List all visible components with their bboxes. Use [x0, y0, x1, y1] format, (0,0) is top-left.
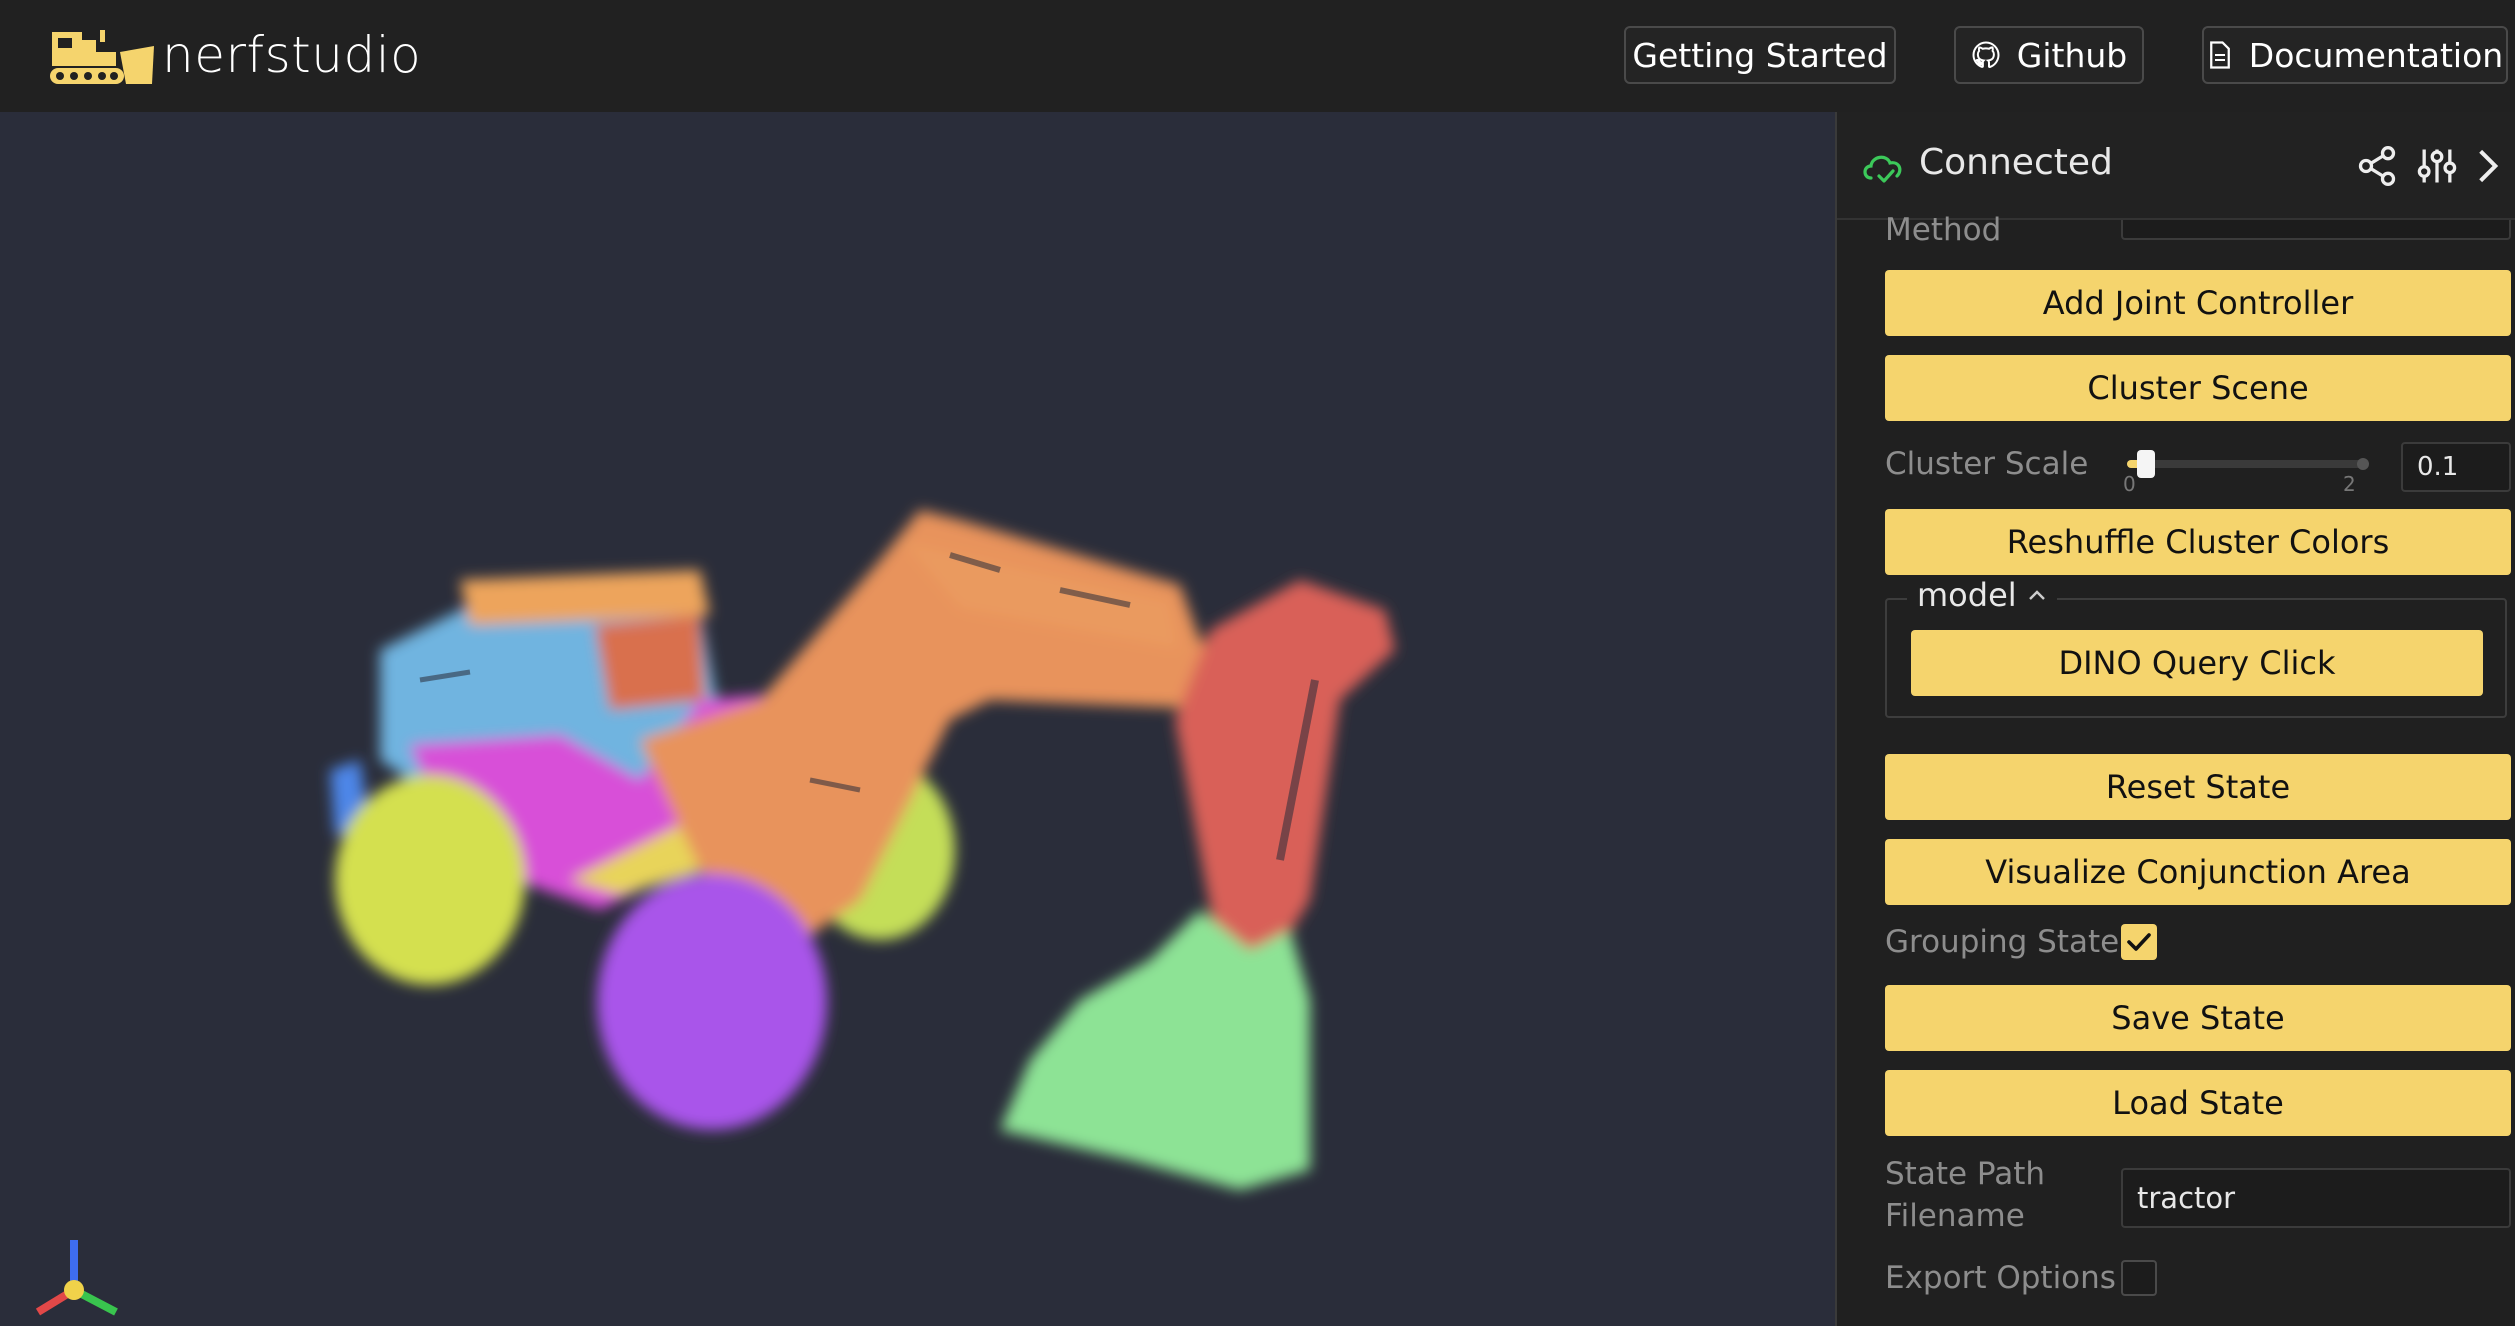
documentation-button[interactable]: Documentation	[2202, 26, 2508, 84]
chevron-up-icon	[2028, 590, 2045, 600]
cluster-scale-slider[interactable]: 0 2	[2121, 442, 2371, 496]
slider-thumb[interactable]	[2136, 450, 2155, 478]
connection-status: Connected	[1919, 142, 2113, 183]
document-icon	[2209, 41, 2230, 69]
cluster-scene-button[interactable]: Cluster Scene	[1885, 355, 2511, 421]
axis-gizmo-icon	[35, 1240, 118, 1316]
slider-max-label: 2	[2343, 472, 2356, 496]
cloud-check-icon	[1863, 155, 1902, 183]
segmented-scene-render	[330, 510, 1395, 1190]
load-state-button[interactable]: Load State	[1885, 1070, 2511, 1136]
dino-query-click-button[interactable]: DINO Query Click	[1911, 630, 2483, 696]
cluster-scale-label: Cluster Scale	[1885, 446, 2089, 482]
documentation-label: Documentation	[2248, 35, 2504, 75]
chevron-right-icon[interactable]	[2473, 144, 2503, 188]
github-icon	[1972, 41, 2000, 69]
checkmark-icon	[2127, 933, 2151, 951]
grouping-state-label: Grouping State	[1885, 924, 2120, 960]
top-bar: nerfstudio Getting Started Github Docume…	[0, 0, 2515, 112]
save-state-button[interactable]: Save State	[1885, 985, 2511, 1051]
control-panel: Connected Method Add Joint Controller Cl…	[1835, 112, 2515, 1326]
model-folder-title: model	[1917, 576, 2017, 614]
method-dropdown[interactable]	[2121, 220, 2511, 240]
getting-started-label: Getting Started	[1632, 35, 1888, 75]
state-path-filename-label: Filename	[1885, 1198, 2025, 1234]
slider-max-mark	[2357, 458, 2369, 470]
share-icon[interactable]	[2355, 144, 2399, 188]
export-options-label: Export Options	[1885, 1260, 2116, 1296]
reset-state-button[interactable]: Reset State	[1885, 754, 2511, 820]
reshuffle-cluster-colors-button[interactable]: Reshuffle Cluster Colors	[1885, 509, 2511, 575]
method-label: Method	[1885, 212, 2002, 248]
grouping-state-checkbox[interactable]	[2121, 924, 2157, 960]
getting-started-button[interactable]: Getting Started	[1624, 26, 1896, 84]
panel-header: Connected	[1837, 112, 2515, 220]
visualize-conjunction-area-button[interactable]: Visualize Conjunction Area	[1885, 839, 2511, 905]
logo-text: nerfstudio	[162, 26, 422, 84]
github-label: Github	[2016, 35, 2128, 75]
github-button[interactable]: Github	[1954, 26, 2144, 84]
nerfstudio-logo[interactable]: nerfstudio	[48, 20, 421, 90]
model-folder-header[interactable]: model	[1907, 576, 2057, 614]
add-joint-controller-button[interactable]: Add Joint Controller	[1885, 270, 2511, 336]
state-path-input[interactable]: tractor	[2121, 1168, 2511, 1228]
export-options-checkbox[interactable]	[2121, 1260, 2157, 1296]
3d-viewport[interactable]	[0, 112, 1835, 1326]
model-folder: model DINO Query Click	[1885, 576, 2507, 718]
bulldozer-icon	[50, 30, 154, 84]
slider-track	[2127, 460, 2363, 468]
state-path-label: State Path	[1885, 1156, 2046, 1192]
cluster-scale-value[interactable]: 0.1	[2401, 442, 2511, 492]
adjustments-icon[interactable]	[2415, 144, 2459, 188]
slider-min-label: 0	[2123, 472, 2136, 496]
